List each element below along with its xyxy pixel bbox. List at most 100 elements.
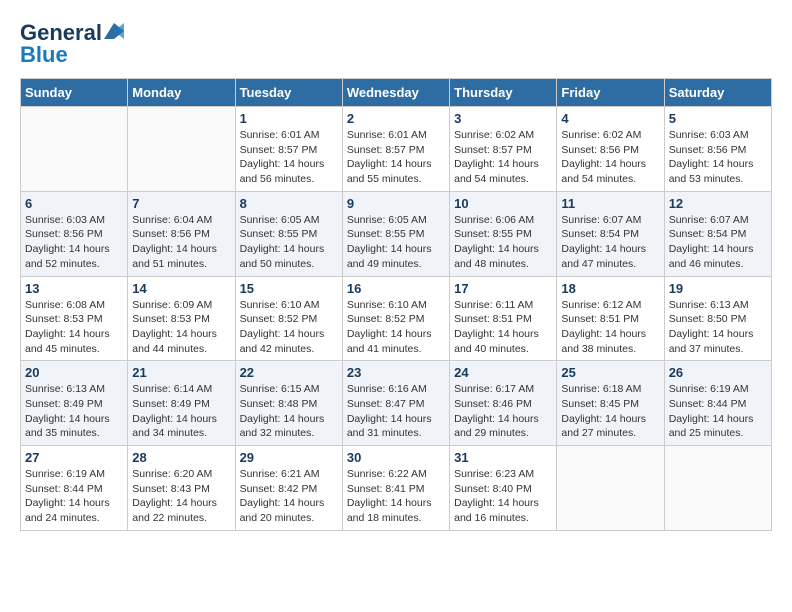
- calendar-cell: 7Sunrise: 6:04 AM Sunset: 8:56 PM Daylig…: [128, 191, 235, 276]
- logo: General Blue: [20, 20, 124, 68]
- day-info: Sunrise: 6:19 AM Sunset: 8:44 PM Dayligh…: [25, 467, 123, 526]
- day-info: Sunrise: 6:11 AM Sunset: 8:51 PM Dayligh…: [454, 298, 552, 357]
- calendar-cell: 28 Sunrise: 6:20 AM Sunset: 8:43 PM Dayli…: [128, 446, 235, 531]
- calendar-cell: 26 Sunrise: 6:19 AM Sunset: 8:44 PM Dayli…: [664, 361, 771, 446]
- day-number: 6: [25, 196, 123, 211]
- day-number: 5: [669, 111, 767, 126]
- day-number: 15: [240, 281, 338, 296]
- calendar-cell: 14 Sunrise: 6:09 AM Sunset: 8:53 PM Dayli…: [128, 276, 235, 361]
- day-info: Sunrise: 6:20 AM Sunset: 8:43 PM Dayligh…: [132, 467, 230, 526]
- calendar-cell: 20 Sunrise: 6:13 AM Sunset: 8:49 PM Dayli…: [21, 361, 128, 446]
- day-number: 2: [347, 111, 445, 126]
- day-number: 1: [240, 111, 338, 126]
- day-number: 22: [240, 365, 338, 380]
- day-info: Sunrise: 6:23 AM Sunset: 8:40 PM Dayligh…: [454, 467, 552, 526]
- day-number: 27: [25, 450, 123, 465]
- calendar-table: SundayMondayTuesdayWednesdayThursdayFrid…: [20, 78, 772, 531]
- calendar-cell: 30 Sunrise: 6:22 AM Sunset: 8:41 PM Dayli…: [342, 446, 449, 531]
- day-info: Sunrise: 6:03 AM Sunset: 8:56 PM Dayligh…: [25, 213, 123, 272]
- day-info: Sunrise: 6:12 AM Sunset: 8:51 PM Dayligh…: [561, 298, 659, 357]
- day-number: 18: [561, 281, 659, 296]
- day-info: Sunrise: 6:13 AM Sunset: 8:49 PM Dayligh…: [25, 382, 123, 441]
- calendar-week-row: 1 Sunrise: 6:01 AM Sunset: 8:57 PM Daylig…: [21, 107, 772, 192]
- calendar-cell: 1 Sunrise: 6:01 AM Sunset: 8:57 PM Daylig…: [235, 107, 342, 192]
- day-number: 20: [25, 365, 123, 380]
- day-number: 3: [454, 111, 552, 126]
- day-number: 9: [347, 196, 445, 211]
- day-number: 24: [454, 365, 552, 380]
- weekday-header: Tuesday: [235, 79, 342, 107]
- day-number: 4: [561, 111, 659, 126]
- day-number: 13: [25, 281, 123, 296]
- day-info: Sunrise: 6:18 AM Sunset: 8:45 PM Dayligh…: [561, 382, 659, 441]
- weekday-header: Wednesday: [342, 79, 449, 107]
- calendar-header-row: SundayMondayTuesdayWednesdayThursdayFrid…: [21, 79, 772, 107]
- calendar-cell: 16 Sunrise: 6:10 AM Sunset: 8:52 PM Dayli…: [342, 276, 449, 361]
- day-number: 28: [132, 450, 230, 465]
- day-number: 23: [347, 365, 445, 380]
- weekday-header: Sunday: [21, 79, 128, 107]
- day-number: 30: [347, 450, 445, 465]
- day-info: Sunrise: 6:04 AM Sunset: 8:56 PM Dayligh…: [132, 213, 230, 272]
- calendar-cell: 24 Sunrise: 6:17 AM Sunset: 8:46 PM Dayli…: [450, 361, 557, 446]
- day-number: 14: [132, 281, 230, 296]
- calendar-week-row: 27 Sunrise: 6:19 AM Sunset: 8:44 PM Dayli…: [21, 446, 772, 531]
- calendar-cell: 19Sunrise: 6:13 AM Sunset: 8:50 PM Dayli…: [664, 276, 771, 361]
- calendar-cell: [557, 446, 664, 531]
- day-info: Sunrise: 6:10 AM Sunset: 8:52 PM Dayligh…: [347, 298, 445, 357]
- calendar-cell: 11Sunrise: 6:07 AM Sunset: 8:54 PM Dayli…: [557, 191, 664, 276]
- weekday-header: Friday: [557, 79, 664, 107]
- logo-icon: [104, 23, 124, 39]
- day-info: Sunrise: 6:01 AM Sunset: 8:57 PM Dayligh…: [347, 128, 445, 187]
- day-info: Sunrise: 6:09 AM Sunset: 8:53 PM Dayligh…: [132, 298, 230, 357]
- day-number: 8: [240, 196, 338, 211]
- day-number: 10: [454, 196, 552, 211]
- day-number: 26: [669, 365, 767, 380]
- day-info: Sunrise: 6:02 AM Sunset: 8:56 PM Dayligh…: [561, 128, 659, 187]
- page-header: General Blue: [20, 20, 772, 68]
- calendar-cell: [128, 107, 235, 192]
- calendar-cell: 29 Sunrise: 6:21 AM Sunset: 8:42 PM Dayli…: [235, 446, 342, 531]
- weekday-header: Monday: [128, 79, 235, 107]
- day-info: Sunrise: 6:17 AM Sunset: 8:46 PM Dayligh…: [454, 382, 552, 441]
- day-info: Sunrise: 6:02 AM Sunset: 8:57 PM Dayligh…: [454, 128, 552, 187]
- day-number: 16: [347, 281, 445, 296]
- day-info: Sunrise: 6:05 AM Sunset: 8:55 PM Dayligh…: [240, 213, 338, 272]
- day-info: Sunrise: 6:13 AM Sunset: 8:50 PM Dayligh…: [669, 298, 767, 357]
- calendar-cell: 27 Sunrise: 6:19 AM Sunset: 8:44 PM Dayli…: [21, 446, 128, 531]
- day-number: 25: [561, 365, 659, 380]
- calendar-cell: 9 Sunrise: 6:05 AM Sunset: 8:55 PM Daylig…: [342, 191, 449, 276]
- calendar-cell: 18 Sunrise: 6:12 AM Sunset: 8:51 PM Dayli…: [557, 276, 664, 361]
- calendar-week-row: 6 Sunrise: 6:03 AM Sunset: 8:56 PM Daylig…: [21, 191, 772, 276]
- day-number: 29: [240, 450, 338, 465]
- calendar-week-row: 20 Sunrise: 6:13 AM Sunset: 8:49 PM Dayli…: [21, 361, 772, 446]
- calendar-cell: [664, 446, 771, 531]
- calendar-cell: 5Sunrise: 6:03 AM Sunset: 8:56 PM Daylig…: [664, 107, 771, 192]
- calendar-cell: 2 Sunrise: 6:01 AM Sunset: 8:57 PM Daylig…: [342, 107, 449, 192]
- day-info: Sunrise: 6:22 AM Sunset: 8:41 PM Dayligh…: [347, 467, 445, 526]
- calendar-cell: 13Sunrise: 6:08 AM Sunset: 8:53 PM Dayli…: [21, 276, 128, 361]
- calendar-cell: 25 Sunrise: 6:18 AM Sunset: 8:45 PM Dayli…: [557, 361, 664, 446]
- calendar-cell: 21Sunrise: 6:14 AM Sunset: 8:49 PM Dayli…: [128, 361, 235, 446]
- day-info: Sunrise: 6:07 AM Sunset: 8:54 PM Dayligh…: [561, 213, 659, 272]
- day-info: Sunrise: 6:21 AM Sunset: 8:42 PM Dayligh…: [240, 467, 338, 526]
- day-info: Sunrise: 6:01 AM Sunset: 8:57 PM Dayligh…: [240, 128, 338, 187]
- day-info: Sunrise: 6:19 AM Sunset: 8:44 PM Dayligh…: [669, 382, 767, 441]
- day-info: Sunrise: 6:06 AM Sunset: 8:55 PM Dayligh…: [454, 213, 552, 272]
- calendar-cell: 15 Sunrise: 6:10 AM Sunset: 8:52 PM Dayli…: [235, 276, 342, 361]
- logo-blue-text: Blue: [20, 42, 68, 68]
- calendar-cell: [21, 107, 128, 192]
- calendar-cell: 31Sunrise: 6:23 AM Sunset: 8:40 PM Dayli…: [450, 446, 557, 531]
- calendar-cell: 4 Sunrise: 6:02 AM Sunset: 8:56 PM Daylig…: [557, 107, 664, 192]
- calendar-week-row: 13Sunrise: 6:08 AM Sunset: 8:53 PM Dayli…: [21, 276, 772, 361]
- day-info: Sunrise: 6:16 AM Sunset: 8:47 PM Dayligh…: [347, 382, 445, 441]
- calendar-cell: 10 Sunrise: 6:06 AM Sunset: 8:55 PM Dayli…: [450, 191, 557, 276]
- weekday-header: Thursday: [450, 79, 557, 107]
- day-info: Sunrise: 6:05 AM Sunset: 8:55 PM Dayligh…: [347, 213, 445, 272]
- calendar-cell: 8 Sunrise: 6:05 AM Sunset: 8:55 PM Daylig…: [235, 191, 342, 276]
- day-info: Sunrise: 6:14 AM Sunset: 8:49 PM Dayligh…: [132, 382, 230, 441]
- day-info: Sunrise: 6:15 AM Sunset: 8:48 PM Dayligh…: [240, 382, 338, 441]
- day-number: 17: [454, 281, 552, 296]
- day-info: Sunrise: 6:07 AM Sunset: 8:54 PM Dayligh…: [669, 213, 767, 272]
- day-info: Sunrise: 6:10 AM Sunset: 8:52 PM Dayligh…: [240, 298, 338, 357]
